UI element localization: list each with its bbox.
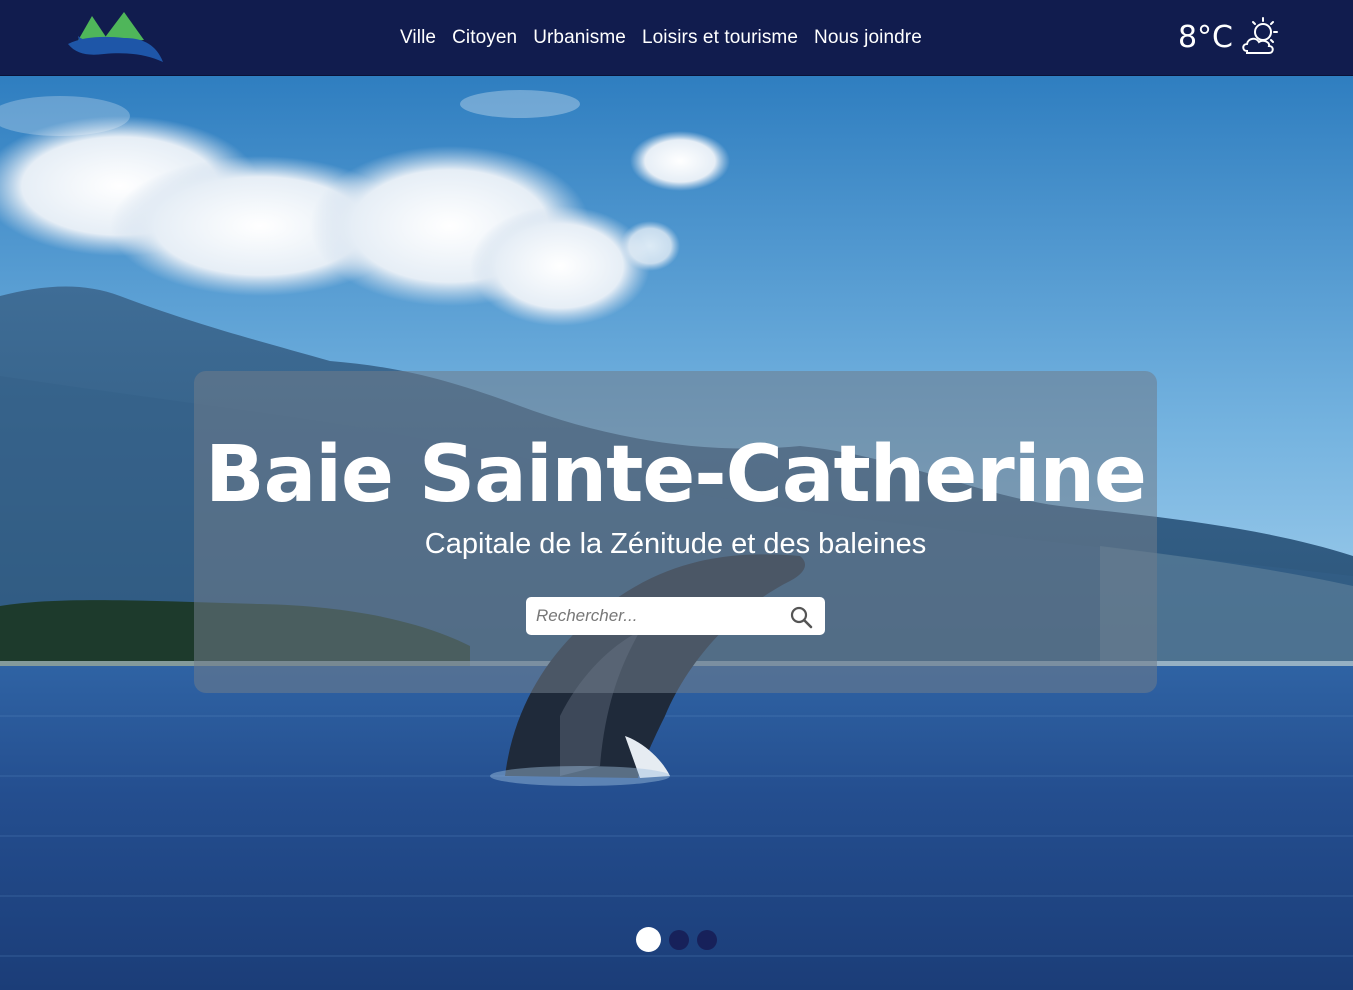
search-icon[interactable] [789, 605, 813, 629]
hero-section: Baie Sainte-Catherine Capitale de la Zén… [0, 76, 1353, 990]
nav-link-urbanisme[interactable]: Urbanisme [533, 23, 626, 53]
hero-overlay-card: Baie Sainte-Catherine Capitale de la Zén… [194, 371, 1157, 693]
nav-link-nous-joindre[interactable]: Nous joindre [814, 23, 922, 53]
partly-cloudy-icon [1242, 17, 1278, 54]
nav-link-citoyen[interactable]: Citoyen [452, 23, 517, 53]
temperature-value: 8°C [1177, 19, 1233, 55]
weather-widget: 8°C [1178, 14, 1283, 60]
carousel-indicators [636, 927, 717, 952]
search-input[interactable] [526, 597, 776, 635]
carousel-dot-1[interactable] [636, 927, 661, 952]
nav-link-ville[interactable]: Ville [400, 23, 436, 53]
hero-subtitle: Capitale de la Zénitude et des baleines [424, 528, 927, 560]
hero-title: Baie Sainte-Catherine [205, 430, 1147, 520]
main-nav: Ville Citoyen Urbanisme Loisirs et touri… [400, 0, 922, 76]
top-navigation-bar: Ville Citoyen Urbanisme Loisirs et touri… [0, 0, 1353, 76]
mountain-whale-logo-icon[interactable] [66, 10, 164, 64]
carousel-dot-2[interactable] [669, 929, 689, 950]
carousel-dot-3[interactable] [697, 929, 717, 950]
nav-link-loisirs-et-tourisme[interactable]: Loisirs et tourisme [642, 23, 798, 53]
search-box [526, 597, 825, 635]
